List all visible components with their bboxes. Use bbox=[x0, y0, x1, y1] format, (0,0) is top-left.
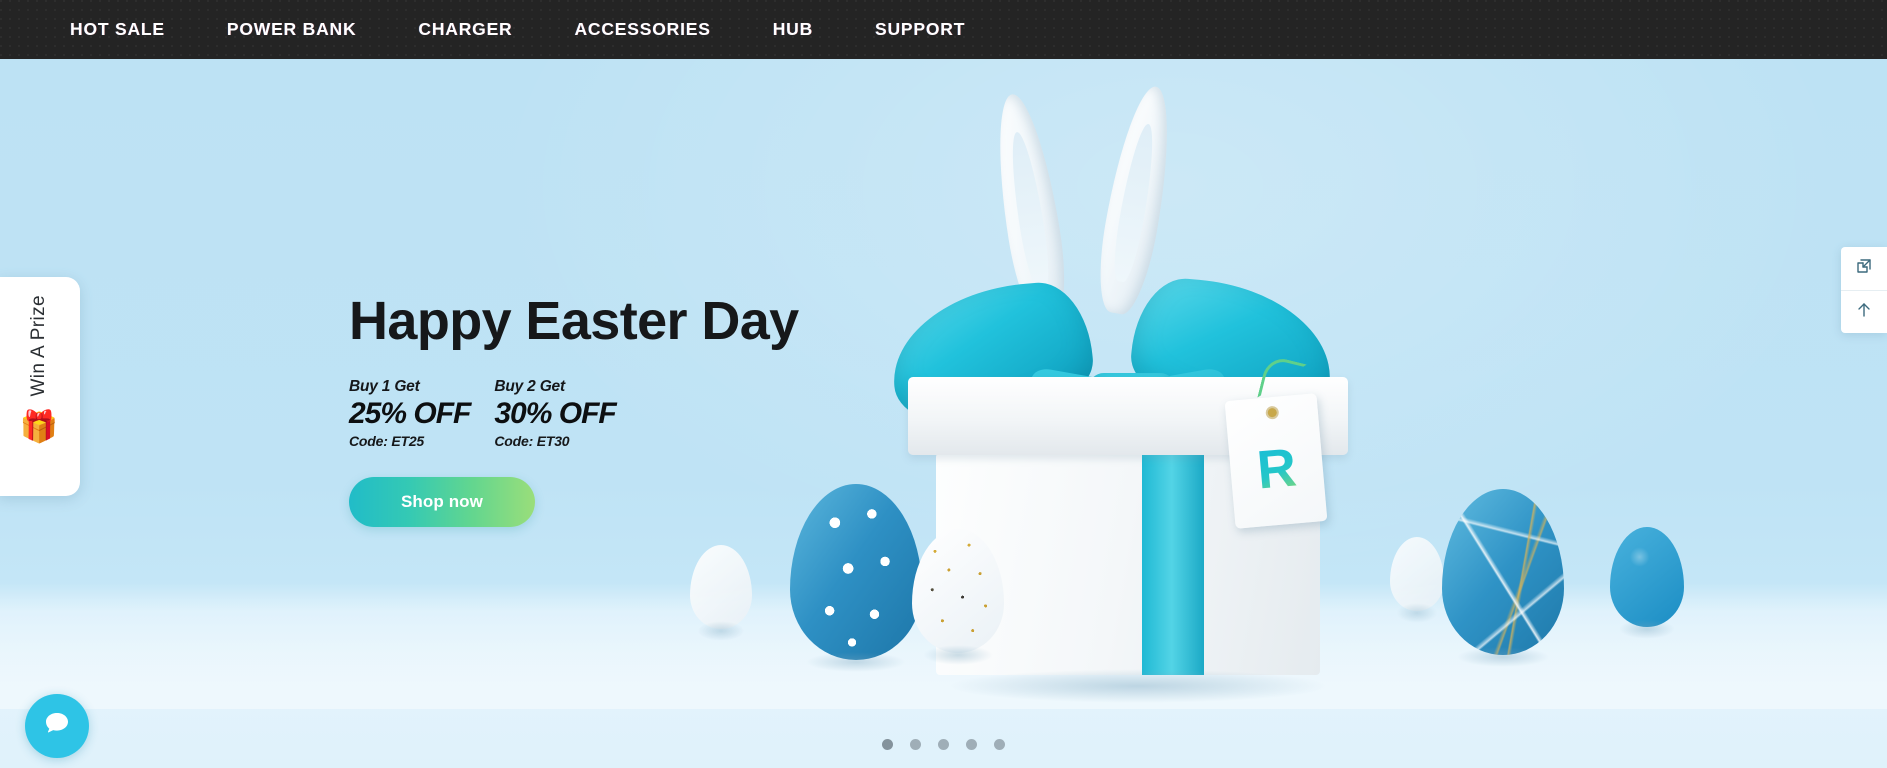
main-navigation: HOT HOT SALE POWER BANK CHARGER ACCESSOR… bbox=[0, 0, 1887, 59]
page-title: Happy Easter Day bbox=[349, 291, 799, 351]
nav-item-charger[interactable]: CHARGER bbox=[418, 19, 512, 40]
carousel-dot-5[interactable] bbox=[994, 739, 1005, 750]
shop-now-button[interactable]: Shop now bbox=[349, 476, 535, 527]
scroll-to-top-button[interactable] bbox=[1841, 290, 1887, 333]
carousel-dot-3[interactable] bbox=[938, 739, 949, 750]
gift-tag-hole bbox=[1267, 407, 1278, 418]
nav-item-hot-sale[interactable]: HOT HOT SALE bbox=[70, 19, 165, 40]
nav-items: HOT HOT SALE POWER BANK CHARGER ACCESSOR… bbox=[0, 19, 965, 40]
carousel-dot-2[interactable] bbox=[910, 739, 921, 750]
nav-item-hub[interactable]: HUB bbox=[773, 19, 813, 40]
gift-icon: 🎁 bbox=[19, 408, 59, 444]
nav-item-label: HOT SALE bbox=[70, 19, 165, 39]
offer-item: Buy 1 Get 25% OFF Code: ET25 bbox=[349, 377, 471, 449]
brand-logo: R bbox=[1254, 437, 1299, 501]
nav-item-label: SUPPORT bbox=[875, 19, 966, 39]
chat-widget-button[interactable] bbox=[25, 694, 89, 758]
offer-code: Code: ET30 bbox=[494, 432, 570, 449]
nav-item-accessories[interactable]: ACCESSORIES bbox=[574, 19, 710, 40]
nav-item-power-bank[interactable]: POWER BANK bbox=[227, 19, 357, 40]
easter-promo-page: HOT HOT SALE POWER BANK CHARGER ACCESSOR… bbox=[0, 0, 1887, 768]
hero-banner: R Happy Easter Day Buy 1 Get 25% OFF Cod… bbox=[0, 59, 1887, 768]
offer-list: Buy 1 Get 25% OFF Code: ET25 Buy 2 Get 3… bbox=[349, 378, 869, 449]
hero-artwork: R bbox=[690, 59, 1887, 768]
offer-discount: 30% OFF bbox=[494, 397, 616, 431]
carousel-dots bbox=[0, 739, 1887, 750]
carousel-dot-4[interactable] bbox=[966, 739, 977, 750]
carousel-dot-1[interactable] bbox=[882, 739, 893, 750]
offer-discount: 25% OFF bbox=[349, 397, 471, 431]
easter-egg-small-blue bbox=[1610, 527, 1684, 627]
nav-item-label: CHARGER bbox=[418, 19, 513, 39]
nav-item-support[interactable]: SUPPORT bbox=[875, 19, 965, 40]
offer-prefix: Buy 2 Get bbox=[494, 377, 565, 395]
easter-egg-white-right bbox=[1390, 537, 1444, 611]
win-a-prize-widget[interactable]: Win A Prize 🎁 bbox=[0, 277, 80, 496]
offer-prefix: Buy 1 Get bbox=[349, 377, 420, 395]
gift-box-shadow bbox=[948, 669, 1328, 703]
gift-tag: R bbox=[1224, 393, 1328, 529]
win-a-prize-label: Win A Prize bbox=[28, 295, 49, 397]
expand-button[interactable] bbox=[1841, 247, 1887, 290]
scroll-to-top-icon bbox=[1854, 300, 1874, 325]
easter-egg-white-far bbox=[690, 545, 752, 629]
side-toolbar bbox=[1841, 247, 1887, 333]
chat-bubble-icon bbox=[40, 707, 74, 746]
hero-copy: Happy Easter Day Buy 1 Get 25% OFF Code:… bbox=[349, 293, 869, 527]
nav-item-label: POWER BANK bbox=[226, 19, 357, 39]
easter-egg-splatter bbox=[1442, 489, 1564, 655]
nav-item-label: ACCESSORIES bbox=[574, 19, 711, 39]
offer-item: Buy 2 Get 30% OFF Code: ET30 bbox=[494, 377, 616, 449]
offer-code: Code: ET25 bbox=[349, 432, 425, 449]
nav-item-label: HUB bbox=[772, 19, 814, 39]
expand-icon bbox=[1854, 256, 1874, 281]
